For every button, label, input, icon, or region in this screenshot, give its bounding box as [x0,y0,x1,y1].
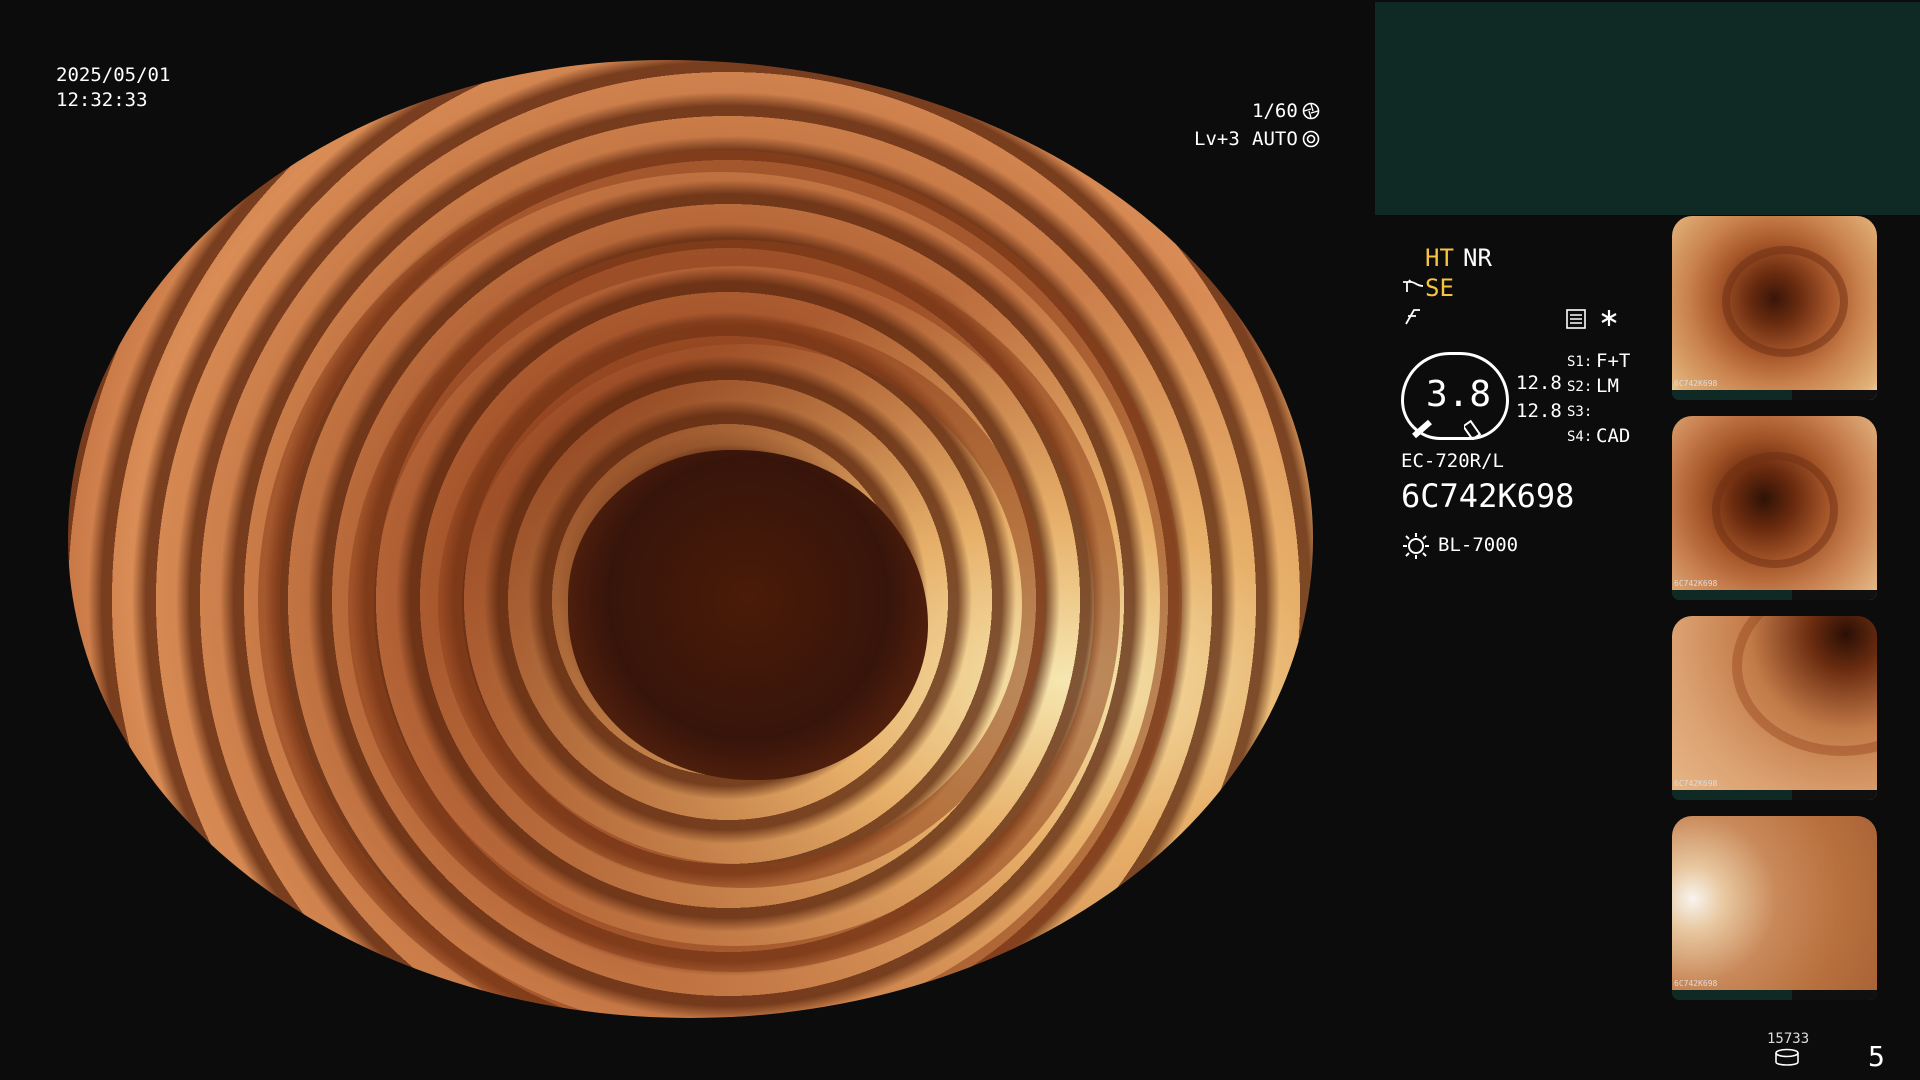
gauge-needle-left [1410,418,1436,444]
image-count: 5 [1868,1040,1885,1073]
light-source-icon [1401,531,1431,565]
gauge-needle-right [1461,418,1490,444]
brightness-level: Lv+3 [1194,128,1240,150]
exposure-mode: AUTO [1252,128,1298,150]
nr-indicator: NR [1463,244,1492,272]
thumbnail-2[interactable]: 6C742K698 [1672,416,1877,600]
switch-4-value: CAD [1596,425,1631,447]
light-source-model: BL-7000 [1438,534,1519,556]
scope-model: EC-720R/L [1401,450,1504,472]
shutter-speed: 1/60 [1252,100,1298,122]
thumbnail-4-serial: 6C742K698 [1674,979,1718,988]
exam-date: 2025/05/01 [56,64,171,86]
iris-icon [1302,102,1320,124]
asterisk-icon [1600,308,1618,332]
gauge-value: 3.8 [1426,374,1492,415]
thumbnail-1[interactable]: 6C742K698 [1672,216,1877,400]
thumbnail-3[interactable]: 6C742K698 [1672,616,1877,800]
gauge-reading-2: 12.8 [1516,400,1562,422]
switch-2-value: LM [1596,375,1619,397]
freeze-icon [1402,306,1424,332]
ht-indicator: HT [1425,244,1454,272]
exam-time: 12:32:33 [56,89,148,111]
endoscope-live-view [68,60,1313,1018]
storage-disk-icon [1774,1048,1800,1072]
secondary-display-panel [1375,2,1920,215]
switch-4-label: S4: [1567,429,1593,445]
scope-serial: 6C742K698 [1401,477,1575,515]
switch-2-label: S2: [1567,379,1593,395]
switch-1-value: F+T [1596,350,1631,372]
switch-3-label: S3: [1567,404,1593,420]
menu-settings-icon [1565,308,1587,334]
thumbnail-1-serial: 6C742K698 [1674,379,1718,388]
thumbnail-2-serial: 6C742K698 [1674,579,1718,588]
auto-exposure-icon [1302,130,1320,152]
switch-1-label: S1: [1567,354,1593,370]
thumbnail-3-serial: 6C742K698 [1674,779,1718,788]
thumbnail-4[interactable]: 6C742K698 [1672,816,1877,1000]
storage-count: 15733 [1767,1031,1810,1047]
scope-knob-icon [1401,276,1425,302]
se-indicator: SE [1425,274,1454,302]
gauge-reading-1: 12.8 [1516,372,1562,394]
